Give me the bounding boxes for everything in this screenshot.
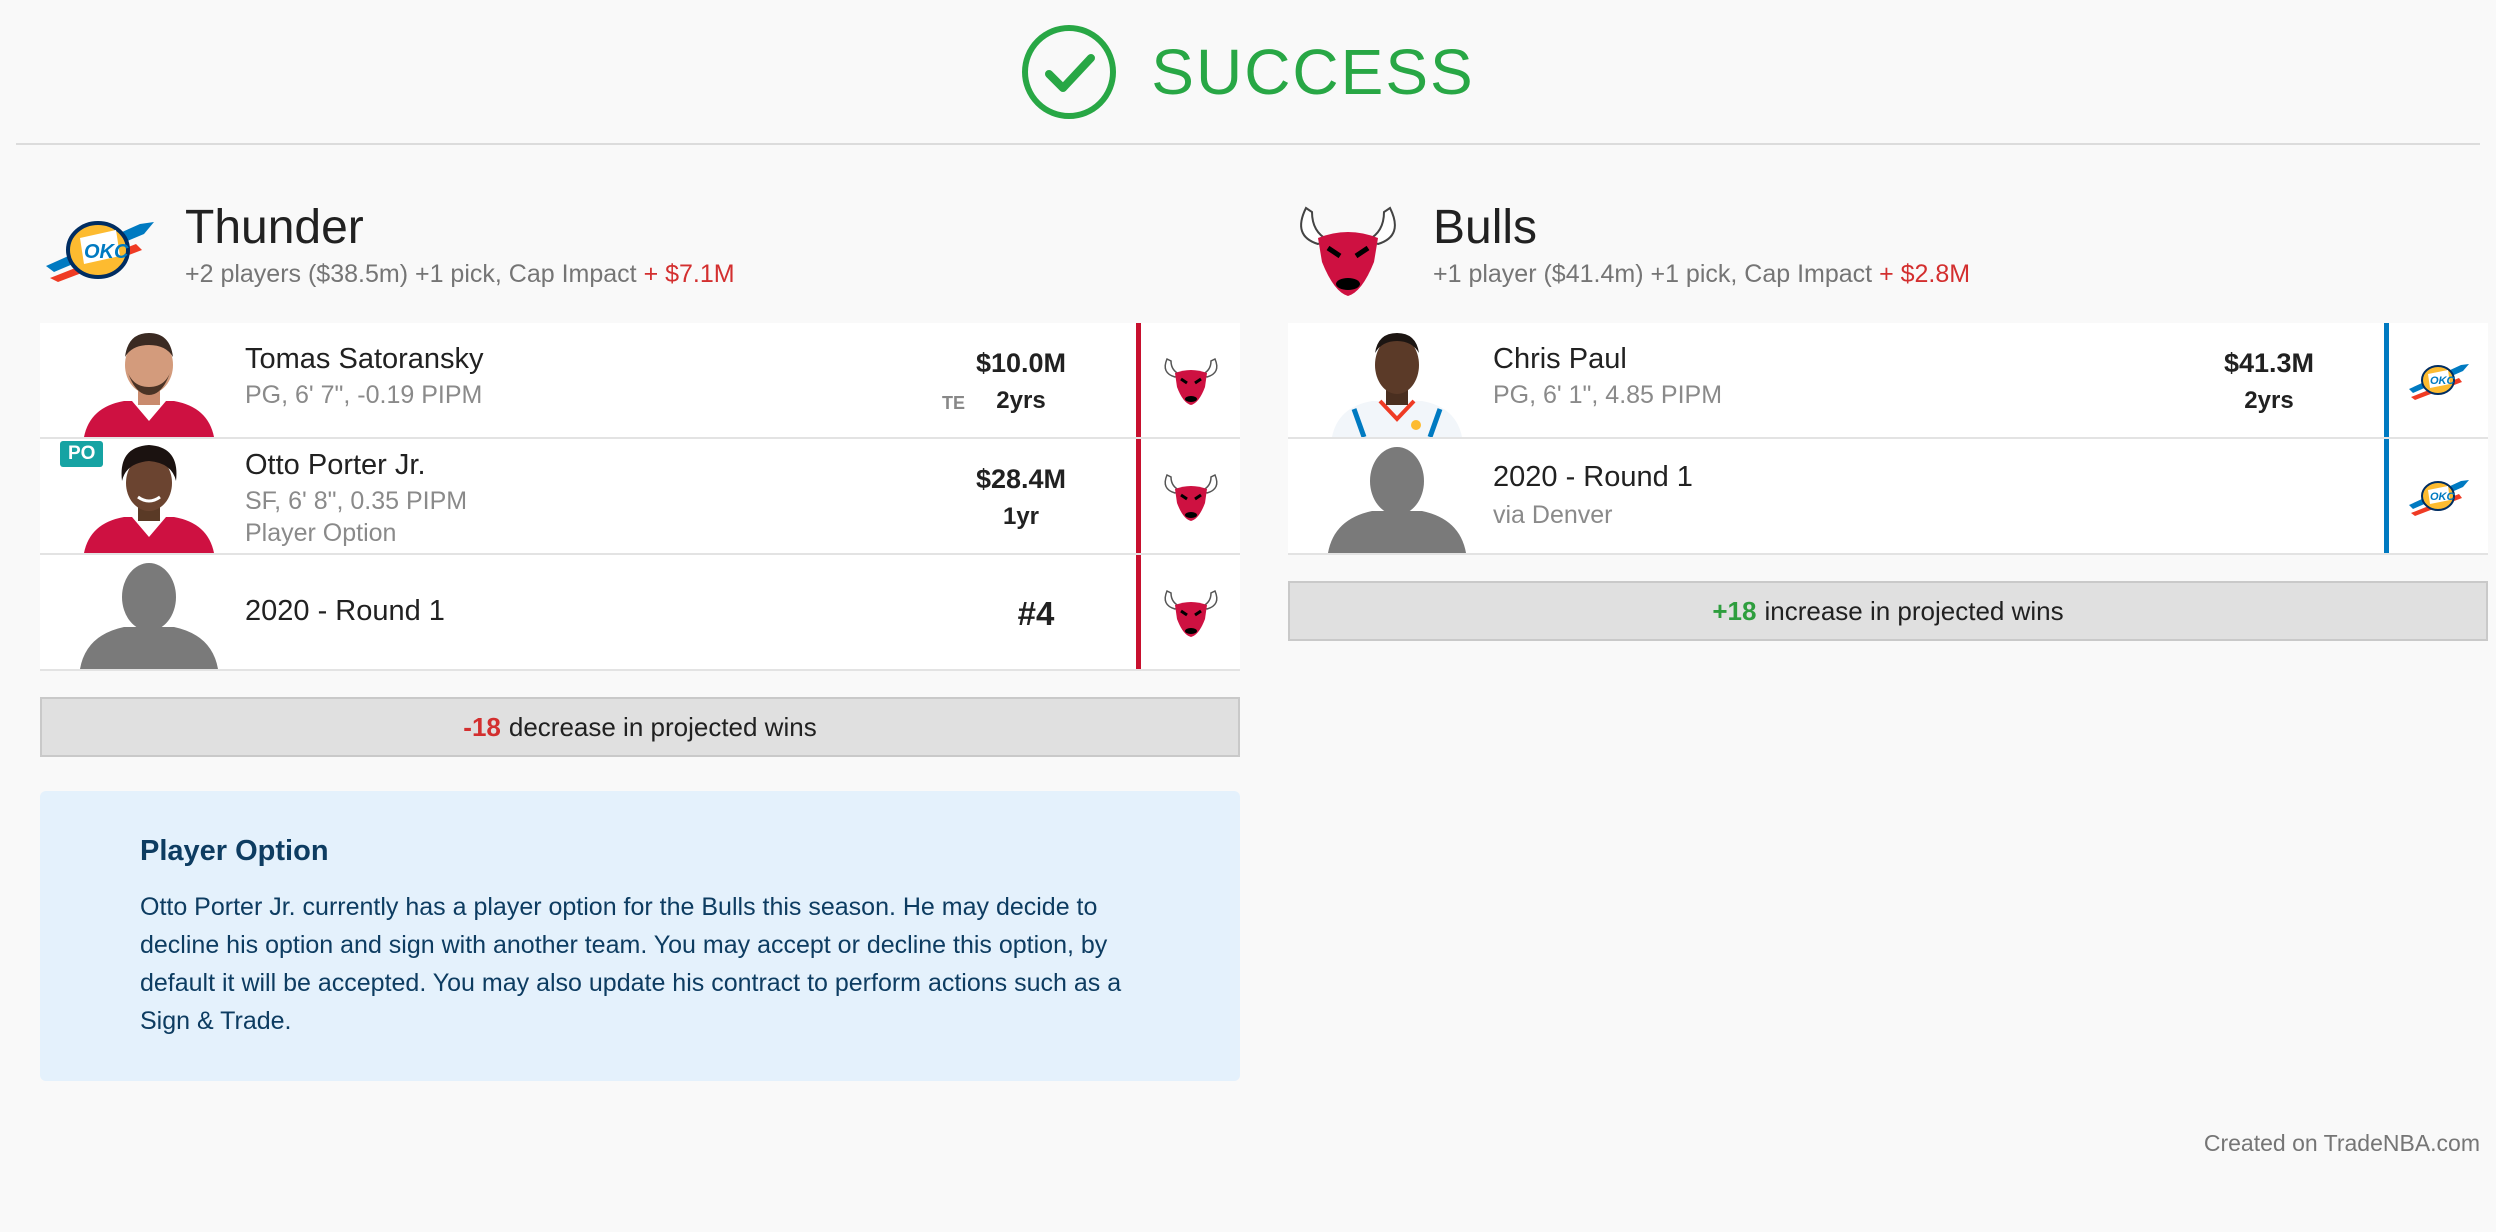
team-summary: +2 players ($38.5m) +1 pick, Cap Impact … bbox=[185, 260, 735, 289]
player-row[interactable]: Tomas Satoransky PG, 6' 7", -0.19 PIPM T… bbox=[40, 323, 1240, 439]
thunder-logo-icon: OKC bbox=[2408, 364, 2469, 400]
player-headshot bbox=[1324, 323, 1470, 437]
wins-delta: +18 bbox=[1712, 595, 1757, 626]
status-title: SUCCESS bbox=[1151, 35, 1475, 108]
player-details: SF, 6' 8", 0.35 PIPM bbox=[245, 487, 468, 515]
note-body: Otto Porter Jr. currently has a player o… bbox=[140, 893, 1122, 1035]
player-name[interactable]: Tomas Satoransky bbox=[245, 343, 484, 376]
destination-team-bulls[interactable] bbox=[1136, 323, 1240, 437]
player-salary: $28.4M bbox=[975, 464, 1067, 494]
wins-text: decrease in projected wins bbox=[508, 711, 817, 742]
svg-text:OKC: OKC bbox=[2430, 375, 2456, 387]
bulls-column: Bulls +1 player ($41.4m) +1 pick, Cap Im… bbox=[1288, 190, 2488, 641]
player-row[interactable]: PO Otto Porter Jr. SF, 6' 8", 0.35 PIPM … bbox=[40, 439, 1240, 555]
player-row[interactable]: Chris Paul PG, 6' 1", 4.85 PIPM $41.3M 2… bbox=[1288, 323, 2488, 439]
incoming-assets: Tomas Satoransky PG, 6' 7", -0.19 PIPM T… bbox=[40, 323, 1240, 671]
footer-credit: Created on TradeNBA.com bbox=[2203, 1130, 2480, 1156]
wins-delta: -18 bbox=[463, 711, 501, 742]
thunder-logo-icon: OKC bbox=[46, 221, 154, 282]
draft-pick-row[interactable]: 2020 - Round 1 via Denver OKC bbox=[1288, 439, 2488, 555]
player-option-label: Player Option bbox=[245, 519, 397, 547]
check-circle-icon bbox=[1022, 24, 1117, 119]
draft-pick-row[interactable]: 2020 - Round 1 #4 bbox=[40, 555, 1240, 671]
thunder-logo-icon: OKC bbox=[2408, 480, 2469, 516]
player-salary: $41.3M bbox=[2223, 348, 2315, 378]
incoming-assets: Chris Paul PG, 6' 1", 4.85 PIPM $41.3M 2… bbox=[1288, 323, 2488, 555]
team-summary: +1 player ($41.4m) +1 pick, Cap Impact +… bbox=[1433, 260, 1970, 289]
bulls-logo-icon bbox=[1164, 589, 1217, 637]
note-title: Player Option bbox=[140, 835, 329, 867]
destination-team-bulls[interactable] bbox=[1136, 439, 1240, 553]
team-header: Bulls +1 player ($41.4m) +1 pick, Cap Im… bbox=[1288, 190, 2488, 320]
cap-impact: + $7.1M bbox=[643, 260, 735, 288]
bulls-logo-icon bbox=[1164, 357, 1217, 405]
cap-impact: + $2.8M bbox=[1879, 260, 1971, 288]
bulls-logo-icon bbox=[1300, 206, 1396, 296]
player-name[interactable]: Otto Porter Jr. bbox=[245, 449, 426, 482]
team-name: Thunder bbox=[185, 201, 364, 254]
summary-text: +2 players ($38.5m) +1 pick, Cap Impact bbox=[185, 260, 637, 288]
player-headshot bbox=[76, 323, 222, 437]
contract-years: 2yrs bbox=[996, 387, 1046, 414]
destination-team-thunder[interactable]: OKC bbox=[2384, 439, 2488, 553]
pick-via: via Denver bbox=[1493, 501, 1613, 529]
pick-number: #4 bbox=[1017, 595, 1055, 632]
contract-years: 2yrs bbox=[2244, 387, 2294, 414]
player-details: PG, 6' 1", 4.85 PIPM bbox=[1493, 381, 1723, 409]
contract-years: 1yr bbox=[1002, 503, 1040, 530]
team-header: OKC Thunder +2 players ($38.5m) +1 pick,… bbox=[40, 190, 1240, 320]
pick-name: 2020 - Round 1 bbox=[1493, 461, 1693, 493]
thunder-column: OKC Thunder +2 players ($38.5m) +1 pick,… bbox=[40, 190, 1240, 1081]
pick-name: 2020 - Round 1 bbox=[245, 595, 445, 627]
svg-text:OKC: OKC bbox=[2430, 491, 2456, 503]
placeholder-avatar-icon bbox=[76, 555, 222, 669]
destination-team-thunder[interactable]: OKC bbox=[2384, 323, 2488, 437]
player-salary: $10.0M bbox=[975, 348, 1067, 378]
bulls-logo-icon bbox=[1164, 473, 1217, 521]
svg-text:OKC: OKC bbox=[84, 241, 129, 263]
player-details: PG, 6' 7", -0.19 PIPM bbox=[245, 381, 483, 409]
projected-wins-bar: +18 increase in projected wins bbox=[1288, 581, 2488, 641]
wins-text: increase in projected wins bbox=[1764, 595, 2064, 626]
team-name: Bulls bbox=[1433, 201, 1538, 254]
player-name[interactable]: Chris Paul bbox=[1493, 343, 1627, 376]
placeholder-avatar-icon bbox=[1324, 439, 1470, 553]
player-option-badge: PO bbox=[60, 441, 104, 467]
summary-text: +1 player ($41.4m) +1 pick, Cap Impact bbox=[1433, 260, 1873, 288]
destination-team-bulls[interactable] bbox=[1136, 555, 1240, 669]
status-header: SUCCESS bbox=[16, 0, 2480, 145]
player-option-note: Player Option Otto Porter Jr. currently … bbox=[40, 791, 1240, 1081]
projected-wins-bar: -18 decrease in projected wins bbox=[40, 697, 1240, 757]
